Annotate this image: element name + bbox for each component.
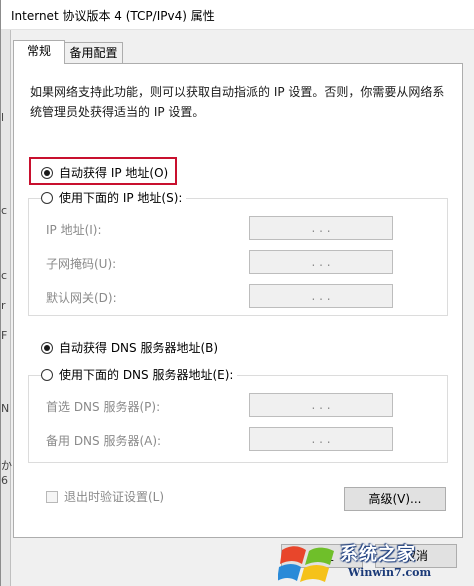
radio-unselected-icon [41,368,53,381]
alternate-dns-label: 备用 DNS 服务器(A): [46,434,162,448]
title-bar[interactable]: Internet 协议版本 4 (TCP/IPv4) 属性 [1,0,474,30]
subnet-mask-input[interactable]: . . . [249,250,393,274]
ipv4-properties-dialog: l c c r F N か 6 Internet 协议版本 4 (TCP/IPv… [0,0,474,586]
default-gateway-input[interactable]: . . . [249,284,393,308]
ip-address-input[interactable]: . . . [249,216,393,240]
manual-dns-radio[interactable]: 使用下面的 DNS 服务器地址(E): [41,366,238,383]
window-title: Internet 协议版本 4 (TCP/IPv4) 属性 [11,9,215,23]
default-gateway-label: 默认网关(D): [46,291,117,305]
watermark-site-en: Winwin7.com [348,566,432,579]
preferred-dns-input[interactable]: . . . [249,393,393,417]
background-text: か [1,459,12,472]
background-window-strip: l c c r F N か 6 [1,30,12,586]
site-watermark: 系统之家 Winwin7.com [278,538,474,586]
background-text: c [1,204,8,217]
ip-address-label: IP 地址(I): [46,223,102,237]
background-text: F [1,329,8,342]
manual-ip-radio[interactable]: 使用下面的 IP 地址(S): [41,189,187,206]
highlight-box [29,157,177,185]
radio-unselected-icon [41,191,53,204]
validate-on-exit-checkbox[interactable]: 退出时验证设置(L) [46,488,164,505]
preferred-dns-label: 首选 DNS 服务器(P): [46,400,161,414]
auto-dns-radio[interactable]: 自动获得 DNS 服务器地址(B) [41,339,218,356]
checkbox-icon [46,490,58,503]
advanced-button[interactable]: 高级(V)... [344,487,446,511]
background-text: l [1,111,5,124]
manual-ip-label: 使用下面的 IP 地址(S): [59,191,183,205]
alternate-dns-input[interactable]: . . . [249,427,393,451]
general-tab-panel: 如果网络支持此功能，则可以获取自动指派的 IP 设置。否则，你需要从网络系统管理… [13,63,463,538]
windows-logo-icon [278,546,334,582]
tab-general[interactable]: 常规 [13,40,65,64]
watermark-site-cn: 系统之家 [340,544,416,565]
tab-alternate-configuration[interactable]: 备用配置 [65,42,123,64]
background-text: 6 [1,474,8,487]
manual-dns-label: 使用下面的 DNS 服务器地址(E): [59,368,234,382]
background-text: N [1,402,10,415]
subnet-mask-label: 子网掩码(U): [46,257,117,271]
auto-dns-label: 自动获得 DNS 服务器地址(B) [59,341,219,355]
background-text: c [1,269,8,282]
background-text: r [1,299,6,312]
radio-selected-icon [41,341,53,354]
validate-on-exit-label: 退出时验证设置(L) [64,490,165,504]
description-text: 如果网络支持此功能，则可以获取自动指派的 IP 设置。否则，你需要从网络系统管理… [30,85,445,119]
